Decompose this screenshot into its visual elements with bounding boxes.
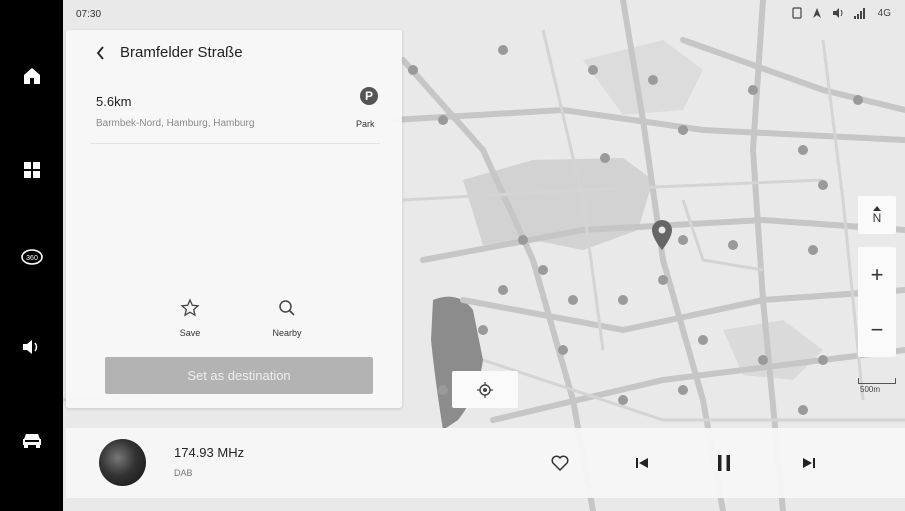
parking-icon: P [360,87,378,105]
chevron-left-icon [96,46,104,60]
volume-icon [22,340,37,354]
place-address: Barmbek-Nord, Hamburg, Hamburg [96,118,255,129]
clock: 07:30 [76,9,102,20]
skip-next-icon [803,458,815,468]
zoom-out-button[interactable]: − [858,302,896,357]
nearby-button[interactable]: Nearby [262,298,312,338]
volume-status-icon [832,8,843,18]
signal-icon [853,7,865,19]
phone-icon [792,7,802,19]
next-button[interactable] [794,448,824,478]
zoom-control: + − [858,247,896,357]
compass-label: N [872,210,882,225]
svg-text:360: 360 [26,255,38,262]
status-icons: 4G [792,7,891,19]
media-source: DAB [174,468,193,478]
camera-360-button[interactable]: 360 [0,235,63,279]
home-button[interactable] [0,54,63,98]
locate-icon [477,381,493,398]
skip-previous-icon [636,458,648,468]
home-icon [23,68,40,84]
pause-icon [718,455,730,471]
save-button[interactable]: Save [165,298,215,338]
save-label: Save [179,328,201,338]
recenter-button[interactable] [452,371,518,408]
star-icon [180,298,200,317]
left-rail: 360 [0,0,63,511]
scale-label: 500m [860,385,881,394]
gps-icon [812,8,821,18]
album-art[interactable] [99,439,146,486]
nearby-label: Nearby [272,328,302,338]
divider [90,143,380,144]
network-type: 4G [877,7,891,19]
set-destination-button[interactable]: Set as destination [105,357,373,394]
volume-button[interactable] [0,325,63,369]
place-distance: 5.6km [96,94,132,109]
scale-bar [858,378,896,384]
media-bar: 174.93 MHz DAB [66,428,905,498]
zoom-in-button[interactable]: + [858,247,896,302]
apps-grid-icon [23,162,40,178]
pause-button[interactable] [709,448,739,478]
status-bar: 07:30 4G [63,0,905,30]
back-button[interactable] [92,44,108,62]
favorite-button[interactable] [545,448,575,478]
search-icon [279,300,295,316]
camera-360-icon: 360 [20,249,43,265]
station-frequency: 174.93 MHz [174,445,245,460]
heart-icon [551,455,569,471]
vehicle-button[interactable] [0,418,63,462]
compass-button[interactable]: N [858,196,896,234]
apps-button[interactable] [0,148,63,192]
category-label: Park [356,119,375,129]
location-pin-icon [652,220,672,250]
place-title: Bramfelder Straße [120,44,243,61]
place-card: Bramfelder Straße 5.6km Barmbek-Nord, Ha… [66,30,402,408]
previous-button[interactable] [627,448,657,478]
car-icon [22,434,41,448]
